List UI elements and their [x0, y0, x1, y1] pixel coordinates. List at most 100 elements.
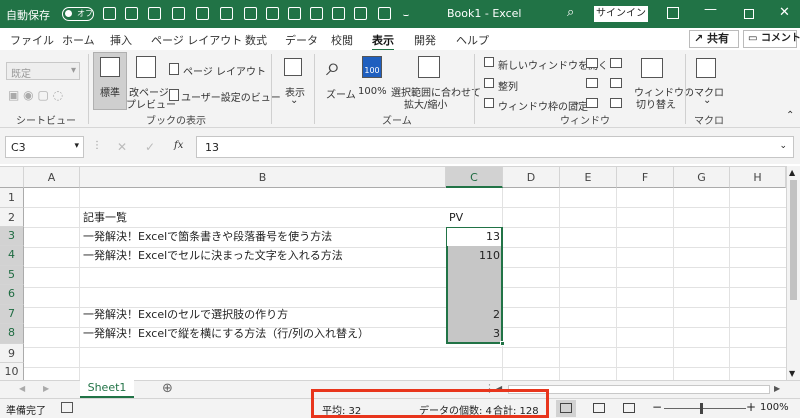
- comment-button[interactable]: ▭ コメント: [743, 30, 800, 48]
- accessibility-icon[interactable]: [61, 402, 73, 413]
- tab-data[interactable]: データ: [285, 32, 318, 48]
- text-format-icon[interactable]: [310, 7, 323, 20]
- hide-icon[interactable]: [586, 78, 598, 88]
- cell-b3[interactable]: 一発解決！Excelで箇条書きや段落番号を使う方法: [80, 227, 446, 246]
- pin-icon[interactable]: [172, 7, 185, 20]
- camera-icon[interactable]: [266, 7, 279, 20]
- sort-icon[interactable]: [378, 7, 391, 20]
- page-break-icon[interactable]: [136, 56, 156, 78]
- maximize-icon[interactable]: [744, 9, 754, 19]
- row-header[interactable]: 10: [0, 363, 24, 381]
- row-header[interactable]: 5: [0, 266, 24, 285]
- page-layout-status-icon[interactable]: [593, 403, 605, 413]
- row-header[interactable]: 7: [0, 305, 24, 324]
- split-icon[interactable]: [586, 58, 598, 68]
- column-header-b[interactable]: B: [80, 167, 446, 188]
- unhide-icon[interactable]: [586, 98, 598, 108]
- collapse-ribbon-icon[interactable]: ⌃: [786, 110, 794, 121]
- undo-icon[interactable]: [125, 7, 138, 20]
- font-icon[interactable]: [332, 7, 345, 20]
- tab-developer[interactable]: 開発: [414, 32, 436, 48]
- scroll-down-icon[interactable]: ▼: [789, 369, 795, 378]
- insert-function-icon[interactable]: fx: [174, 140, 183, 151]
- cell-c3[interactable]: 13: [446, 227, 503, 246]
- name-box[interactable]: C3 ▾: [5, 136, 84, 158]
- row-header[interactable]: 1: [0, 188, 24, 208]
- cell-b7[interactable]: 一発解決！Excelのセルで選択肢の作り方: [80, 305, 446, 324]
- select-all-corner[interactable]: [0, 167, 24, 188]
- column-header-d[interactable]: D: [503, 167, 560, 188]
- prev-sheet-icon[interactable]: ◀: [19, 384, 25, 393]
- zoom-slider[interactable]: [664, 408, 746, 409]
- table-icon[interactable]: [244, 7, 257, 20]
- share-button[interactable]: ↗ 共有: [689, 30, 739, 48]
- switch-window-label-2[interactable]: 切り替え: [636, 96, 676, 111]
- sync-scroll-icon[interactable]: [610, 78, 622, 88]
- column-header-h[interactable]: H: [730, 167, 786, 188]
- worksheet-grid[interactable]: A B C D E F G H 1 2 3 4 5 6 7 8 9 10 記事一…: [0, 166, 786, 381]
- row-header[interactable]: 4: [0, 246, 24, 266]
- zoom-100-button[interactable]: 100%: [358, 86, 387, 97]
- column-header-a[interactable]: A: [24, 167, 80, 188]
- side-by-side-icon[interactable]: [610, 58, 622, 68]
- row-header[interactable]: 9: [0, 344, 24, 363]
- row-header[interactable]: 2: [0, 208, 24, 227]
- zoom-button[interactable]: ズーム: [326, 86, 356, 101]
- column-header-e[interactable]: E: [560, 167, 617, 188]
- normal-view-button[interactable]: [93, 52, 127, 110]
- tab-page-layout[interactable]: ページ レイアウト: [151, 32, 242, 48]
- column-header-c[interactable]: C: [446, 167, 503, 188]
- signin-button[interactable]: サインイン: [594, 6, 648, 22]
- scroll-up-icon[interactable]: ▲: [789, 168, 795, 177]
- minimize-icon[interactable]: —: [704, 2, 717, 17]
- zoom-in-icon[interactable]: +: [746, 400, 756, 414]
- enter-icon[interactable]: ✓: [145, 140, 155, 154]
- custom-view-button[interactable]: ユーザー設定のビュー: [181, 89, 281, 104]
- search-icon[interactable]: ⌕: [567, 5, 574, 20]
- tab-help[interactable]: ヘルプ: [456, 32, 489, 48]
- zoom-out-icon[interactable]: −: [652, 400, 662, 414]
- zoom-level[interactable]: 100%: [760, 402, 789, 413]
- page-break-status-icon[interactable]: [623, 403, 635, 413]
- formula-input[interactable]: 13 ⌄: [196, 136, 794, 158]
- add-sheet-icon[interactable]: ⊕: [162, 381, 173, 396]
- page-layout-button[interactable]: ページ レイアウト: [183, 63, 266, 78]
- row-header[interactable]: 6: [0, 285, 24, 305]
- filter-icon[interactable]: [220, 7, 233, 20]
- cancel-icon[interactable]: ✕: [117, 140, 127, 154]
- row-header[interactable]: 3: [0, 227, 24, 246]
- cell-b2[interactable]: 記事一覧: [80, 208, 446, 227]
- cell-b4[interactable]: 一発解決！Excelでセルに決まった文字を入れる方法: [80, 246, 446, 266]
- arrange-button[interactable]: 整列: [498, 78, 518, 93]
- save-icon[interactable]: [103, 7, 116, 20]
- row-header[interactable]: 8: [0, 324, 24, 344]
- cell-c4[interactable]: 110: [446, 246, 503, 266]
- customize-qat-icon[interactable]: [403, 7, 409, 16]
- cell-c7[interactable]: 2: [446, 305, 503, 324]
- close-icon[interactable]: ✕: [779, 5, 790, 20]
- tab-review[interactable]: 校閲: [331, 32, 353, 48]
- tab-insert[interactable]: 挿入: [110, 32, 132, 48]
- sheet-tab-sheet1[interactable]: Sheet1: [80, 380, 134, 398]
- cell-b8[interactable]: 一発解決！Excelで縦を横にする方法（行/列の入れ替え）: [80, 324, 446, 344]
- ribbon-display-icon[interactable]: [667, 7, 679, 19]
- tab-formulas[interactable]: 数式: [245, 32, 267, 48]
- tab-file[interactable]: ファイル: [10, 32, 54, 48]
- column-header-g[interactable]: G: [674, 167, 730, 188]
- tab-home[interactable]: ホーム: [62, 32, 95, 48]
- zoom-selection-label-2[interactable]: 拡大/縮小: [404, 96, 447, 111]
- grid-icon[interactable]: [196, 7, 209, 20]
- form-icon[interactable]: [148, 7, 161, 20]
- scroll-right-icon[interactable]: ▶: [774, 384, 780, 393]
- align-icon[interactable]: [354, 7, 367, 20]
- reset-position-icon[interactable]: [610, 98, 622, 108]
- column-header-f[interactable]: F: [617, 167, 674, 188]
- vertical-scrollbar[interactable]: ▲ ▼: [786, 166, 800, 380]
- zoom-slider-thumb[interactable]: [700, 403, 703, 414]
- autosave-toggle[interactable]: オフ: [62, 7, 94, 21]
- scroll-thumb[interactable]: [790, 180, 797, 300]
- next-sheet-icon[interactable]: ▶: [43, 384, 49, 393]
- cell-c2[interactable]: PV: [446, 208, 503, 227]
- tab-view[interactable]: 表示: [372, 32, 394, 51]
- format-icon[interactable]: [288, 7, 301, 20]
